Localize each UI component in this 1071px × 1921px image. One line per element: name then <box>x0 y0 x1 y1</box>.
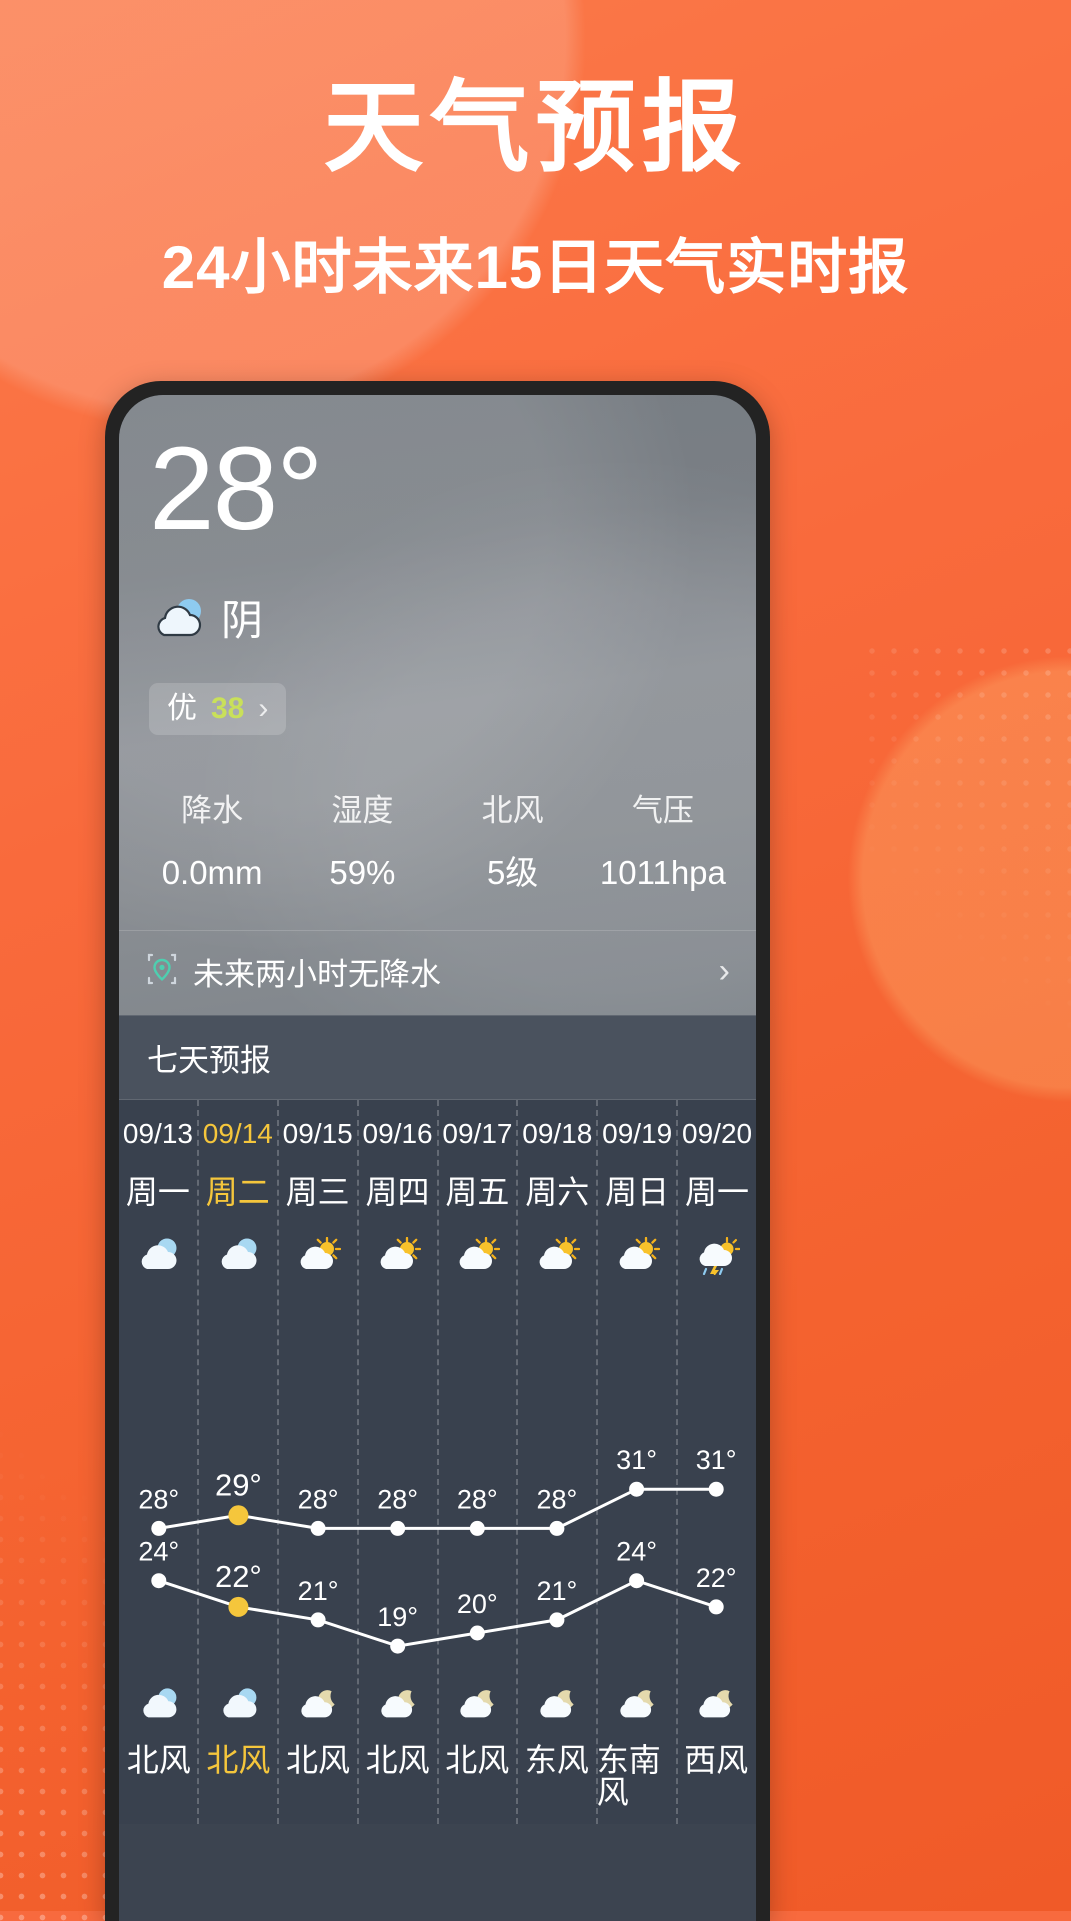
forecast-date: 09/15 <box>282 1118 353 1149</box>
rain-forecast-text: 未来两小时无降水 <box>193 957 441 992</box>
cloudy-icon <box>149 597 207 644</box>
aqi-value: 38 <box>211 692 245 725</box>
forecast-wind: 北风 <box>286 1742 351 1778</box>
svg-text:28°: 28° <box>298 1484 339 1514</box>
forecast-wind: 北风 <box>445 1742 510 1778</box>
partly-sunny-icon <box>534 1232 581 1280</box>
forecast-wind: 东南风 <box>596 1742 661 1810</box>
forecast-night-cell: 北风 <box>278 1682 358 1808</box>
forecast-night-cell: 东风 <box>517 1682 597 1808</box>
metric-value: 59% <box>329 854 396 891</box>
metric-value: 5级 <box>486 854 539 891</box>
forecast-night-cell: 西风 <box>676 1682 756 1808</box>
metric-pressure: 气压 1011hpa <box>588 795 738 889</box>
aqi-badge[interactable]: 优 38 › <box>149 683 287 735</box>
rain-forecast-row[interactable]: 未来两小时无降水 › <box>119 930 756 1012</box>
chevron-right-icon: › <box>718 952 730 990</box>
svg-text:31°: 31° <box>696 1445 737 1475</box>
current-temperature: 28° <box>149 423 323 555</box>
forecast-date: 09/13 <box>122 1118 193 1149</box>
cloudy-icon <box>215 1232 261 1280</box>
forecast-weekday: 周四 <box>365 1174 430 1210</box>
partly-sunny-icon <box>614 1232 661 1280</box>
svg-text:28°: 28° <box>536 1484 577 1514</box>
forecast-night-row: 北风 北风 北风 北风 北风 东风 东南风 西风 <box>119 1682 756 1808</box>
cloudy-icon <box>217 1682 261 1728</box>
forecast-wind: 西风 <box>684 1742 749 1778</box>
forecast-weekday: 周三 <box>285 1174 350 1210</box>
promo-title: 天气预报 <box>323 72 748 184</box>
phone-mockup: 28° 阴 优 38 › 降水 0.0mm 湿度 59% 北风 5级 气压 10… <box>105 381 770 1921</box>
partly-cloudy-night-icon <box>535 1682 579 1728</box>
forecast-date: 09/14 <box>202 1118 273 1149</box>
svg-text:29°: 29° <box>215 1467 262 1502</box>
svg-text:31°: 31° <box>616 1445 657 1475</box>
svg-text:21°: 21° <box>298 1576 339 1606</box>
svg-text:28°: 28° <box>377 1484 418 1514</box>
forecast-night-cell: 东南风 <box>597 1682 677 1808</box>
metric-precipitation: 降水 0.0mm <box>137 795 287 889</box>
temperature-chart: 28° 29° 28° 28° 28° 28° 31° 31° 24° 22° 21° 19° 20° 2… <box>119 1368 756 1668</box>
forecast-night-cell: 北风 <box>119 1682 199 1808</box>
partly-cloudy-night-icon <box>376 1682 420 1728</box>
forecast-wind: 北风 <box>206 1742 271 1778</box>
forecast-date: 09/20 <box>682 1118 753 1149</box>
forecast-weekday: 周日 <box>605 1174 670 1210</box>
svg-text:22°: 22° <box>215 1559 262 1594</box>
forecast-date: 09/16 <box>362 1118 433 1149</box>
metric-value: 0.0mm <box>161 854 263 891</box>
forecast-night-cell: 北风 <box>199 1682 279 1808</box>
seven-day-section-header: 七天预报 <box>119 1015 756 1100</box>
forecast-weekday: 周五 <box>445 1174 510 1210</box>
current-condition-row: 阴 <box>149 597 263 644</box>
forecast-weekday: 周二 <box>205 1174 270 1210</box>
svg-text:19°: 19° <box>377 1602 418 1632</box>
forecast-wind: 北风 <box>365 1742 430 1778</box>
metric-label: 降水 <box>181 793 244 828</box>
svg-text:24°: 24° <box>138 1537 179 1567</box>
aqi-level: 优 <box>167 692 197 725</box>
section-title: 七天预报 <box>147 1043 271 1078</box>
svg-text:20°: 20° <box>457 1589 498 1619</box>
partly-cloudy-night-icon <box>615 1682 659 1728</box>
thunder-shower-icon <box>694 1232 741 1280</box>
location-pin-icon <box>145 951 179 992</box>
partly-sunny-icon <box>454 1232 501 1280</box>
phone-screen: 28° 阴 优 38 › 降水 0.0mm 湿度 59% 北风 5级 气压 10… <box>119 395 756 1921</box>
forecast-night-cell: 北风 <box>438 1682 518 1808</box>
forecast-night-cell: 北风 <box>358 1682 438 1808</box>
promo-subtitle: 24小时未来15日天气实时报 <box>161 234 910 301</box>
seven-day-forecast: 09/13 周一 09/14 周二 09/15 周三 09/16 周四 09/17 周五 09/18… <box>119 1100 756 1824</box>
partly-cloudy-night-icon <box>694 1682 738 1728</box>
current-condition-text: 阴 <box>221 596 264 644</box>
current-weather-hero: 28° 阴 优 38 › 降水 0.0mm 湿度 59% 北风 5级 气压 10… <box>119 395 756 1015</box>
cloudy-icon <box>137 1682 181 1728</box>
svg-text:28°: 28° <box>138 1484 179 1514</box>
metric-value: 1011hpa <box>599 854 726 891</box>
cloudy-icon <box>135 1232 181 1280</box>
metrics-row: 降水 0.0mm 湿度 59% 北风 5级 气压 1011hpa <box>119 795 756 889</box>
forecast-date: 09/18 <box>522 1118 593 1149</box>
partly-sunny-icon <box>375 1232 421 1280</box>
partly-sunny-icon <box>295 1232 341 1280</box>
forecast-weekday: 周一 <box>685 1174 750 1210</box>
metric-label: 气压 <box>631 793 694 828</box>
metric-wind: 北风 5级 <box>438 795 588 889</box>
forecast-date: 09/19 <box>602 1118 673 1149</box>
forecast-weekday: 周一 <box>125 1174 190 1210</box>
metric-label: 北风 <box>481 793 544 828</box>
partly-cloudy-night-icon <box>455 1682 499 1728</box>
forecast-wind: 北风 <box>126 1742 191 1778</box>
svg-text:22°: 22° <box>696 1563 737 1593</box>
forecast-wind: 东风 <box>524 1742 589 1778</box>
partly-cloudy-night-icon <box>296 1682 340 1728</box>
chevron-right-icon: › <box>258 692 269 725</box>
metric-humidity: 湿度 59% <box>287 795 437 889</box>
svg-text:21°: 21° <box>536 1576 577 1606</box>
svg-text:28°: 28° <box>457 1484 498 1514</box>
forecast-date: 09/17 <box>442 1118 513 1149</box>
forecast-weekday: 周六 <box>525 1174 590 1210</box>
svg-text:24°: 24° <box>616 1537 657 1567</box>
metric-label: 湿度 <box>331 793 394 828</box>
